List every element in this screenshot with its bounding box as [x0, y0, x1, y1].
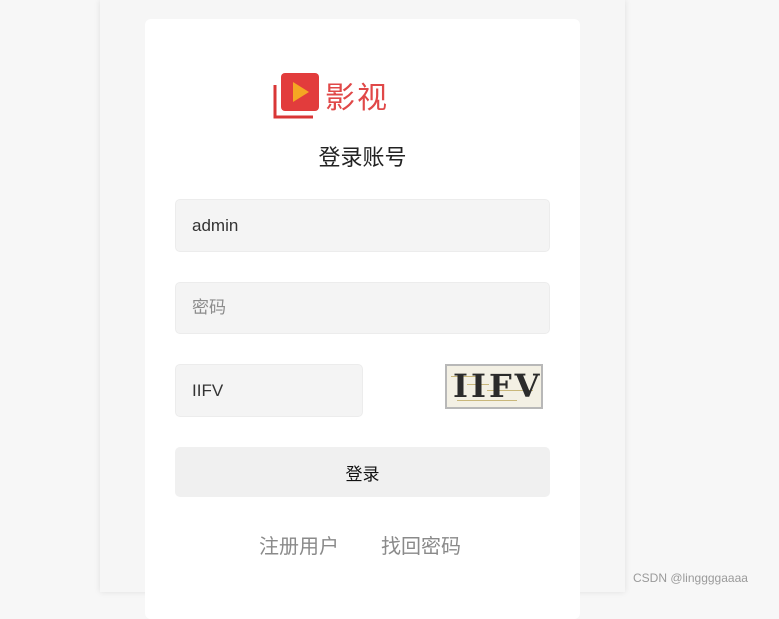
captcha-text: IIFV [453, 367, 543, 405]
login-button[interactable]: 登录 [175, 447, 550, 497]
page-title: 登录账号 [318, 146, 407, 171]
logo: 影视 [273, 70, 413, 120]
play-icon [273, 71, 321, 119]
captcha-image[interactable]: IIFV [445, 364, 543, 409]
logo-text: 影视 [325, 81, 389, 116]
password-input[interactable] [175, 282, 550, 334]
captcha-input[interactable] [175, 364, 363, 417]
register-link[interactable]: 注册用户 [259, 530, 339, 559]
username-input[interactable] [175, 199, 550, 252]
watermark: CSDN @linggggaaaa [633, 571, 748, 585]
forgot-password-link[interactable]: 找回密码 [381, 530, 461, 559]
